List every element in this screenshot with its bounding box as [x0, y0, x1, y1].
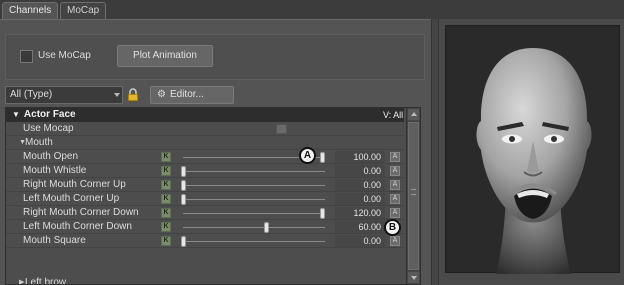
channel-slider-thumb[interactable]: [181, 166, 186, 177]
channel-label: Right Mouth Corner Down: [23, 207, 139, 218]
use-mocap-row-label: Use Mocap: [23, 123, 74, 134]
use-mocap-row: Use Mocap: [6, 122, 404, 136]
channel-row: Right Mouth Corner Up K 0.00 A: [6, 178, 404, 192]
face-model-illustration: [476, 48, 592, 274]
channel-value-field[interactable]: 0.00: [335, 179, 385, 191]
animate-button[interactable]: A: [390, 166, 400, 176]
channel-slider-thumb[interactable]: [181, 180, 186, 191]
callout-b: B: [384, 219, 401, 236]
row-divider: [6, 247, 404, 248]
channel-row: Mouth Open K 100.00 A: [6, 150, 404, 164]
channel-slider-track[interactable]: [183, 213, 325, 214]
channel-value-field[interactable]: 120.00: [335, 207, 385, 219]
tab-bar: Channels MoCap: [0, 0, 624, 19]
key-button[interactable]: K: [161, 180, 171, 190]
preview-panel: [439, 19, 624, 285]
animate-button[interactable]: A: [390, 208, 400, 218]
channel-slider-track[interactable]: [183, 185, 325, 186]
scroll-up-button[interactable]: [408, 109, 419, 120]
channel-slider-track[interactable]: [183, 199, 325, 200]
grip-icon: [411, 189, 416, 195]
editor-button-label: Editor...: [169, 89, 204, 100]
channels-panel: Use MoCap Plot Animation All (Type) ⚙ Edi…: [0, 19, 431, 285]
tree-scrollbar[interactable]: [406, 108, 420, 284]
channel-label: Mouth Whistle: [23, 165, 87, 176]
channel-row: Right Mouth Corner Down K 120.00 A: [6, 206, 404, 220]
key-button[interactable]: K: [161, 236, 171, 246]
type-filter-dropdown[interactable]: All (Type): [5, 86, 123, 104]
chevron-down-icon: [114, 93, 120, 97]
key-button[interactable]: K: [161, 166, 171, 176]
mocap-controls: Use MoCap Plot Animation: [5, 34, 425, 80]
use-mocap-checkbox[interactable]: [20, 50, 33, 63]
panel-splitter[interactable]: [431, 19, 439, 285]
channel-value-field[interactable]: 0.00: [335, 165, 385, 177]
animate-button[interactable]: A: [390, 180, 400, 190]
channel-label: Mouth Open: [23, 151, 79, 162]
scroll-down-button[interactable]: [408, 272, 419, 283]
animate-button[interactable]: A: [390, 236, 400, 246]
plot-animation-button[interactable]: Plot Animation: [117, 45, 213, 67]
face-viewport[interactable]: [445, 25, 620, 274]
channel-slider-thumb[interactable]: [181, 236, 186, 247]
actor-face-label: Actor Face: [23, 109, 76, 120]
visibility-filter[interactable]: V: All: [383, 108, 403, 122]
actor-face-header[interactable]: ▼ Actor Face V: All: [6, 108, 404, 122]
channel-label: Mouth Square: [23, 235, 86, 246]
channel-row: Mouth Square K 0.00 A: [6, 234, 404, 248]
channels-tree: ▼ Actor Face V: All Use Mocap ▼ Mouth Mou…: [5, 107, 421, 285]
channel-label: Right Mouth Corner Up: [23, 179, 126, 190]
channel-value-field[interactable]: 0.00: [335, 235, 385, 247]
channel-value-field[interactable]: 60.00: [335, 221, 385, 233]
expand-caret-icon[interactable]: ▼: [12, 108, 20, 122]
key-button[interactable]: K: [161, 208, 171, 218]
channel-slider-track[interactable]: [183, 241, 325, 242]
gear-icon: ⚙: [157, 89, 166, 100]
channel-label: Left Mouth Corner Up: [23, 193, 120, 204]
lock-icon[interactable]: [127, 88, 139, 102]
animate-button[interactable]: A: [390, 152, 400, 162]
key-button[interactable]: K: [161, 194, 171, 204]
collapse-caret-icon[interactable]: ▶: [19, 276, 24, 284]
group-left-brow[interactable]: ▶ Left brow: [6, 276, 404, 285]
key-button[interactable]: K: [161, 222, 171, 232]
channel-row: Left Mouth Corner DownK60.00A: [6, 220, 404, 234]
group-left-brow-label: Left brow: [25, 277, 67, 285]
use-mocap-toggle[interactable]: [276, 124, 287, 134]
channel-slider-thumb[interactable]: [181, 194, 186, 205]
tab-channels[interactable]: Channels: [2, 2, 58, 19]
callout-a: A: [299, 147, 316, 164]
scroll-thumb[interactable]: [408, 122, 419, 270]
channel-slider-thumb[interactable]: [264, 222, 269, 233]
channel-slider-thumb[interactable]: [320, 208, 325, 219]
channel-value-field[interactable]: 100.00: [335, 151, 385, 163]
key-button[interactable]: K: [161, 152, 171, 162]
tab-mocap[interactable]: MoCap: [60, 2, 106, 19]
channel-row: Left Mouth Corner Up K 0.00 A: [6, 192, 404, 206]
group-mouth[interactable]: ▼ Mouth: [6, 136, 404, 150]
use-mocap-label: Use MoCap: [38, 50, 91, 61]
editor-button[interactable]: ⚙ Editor...: [150, 86, 234, 104]
channel-value-field[interactable]: 0.00: [335, 193, 385, 205]
animate-button[interactable]: A: [390, 194, 400, 204]
channel-slider-track[interactable]: [183, 171, 325, 172]
group-mouth-label: Mouth: [25, 137, 53, 148]
type-filter-value: All (Type): [10, 89, 53, 100]
channel-slider-thumb[interactable]: [320, 152, 325, 163]
channel-row: Mouth Whistle K 0.00 A: [6, 164, 404, 178]
channel-slider-track[interactable]: [183, 227, 325, 228]
channel-label: Left Mouth Corner Down: [23, 221, 132, 232]
